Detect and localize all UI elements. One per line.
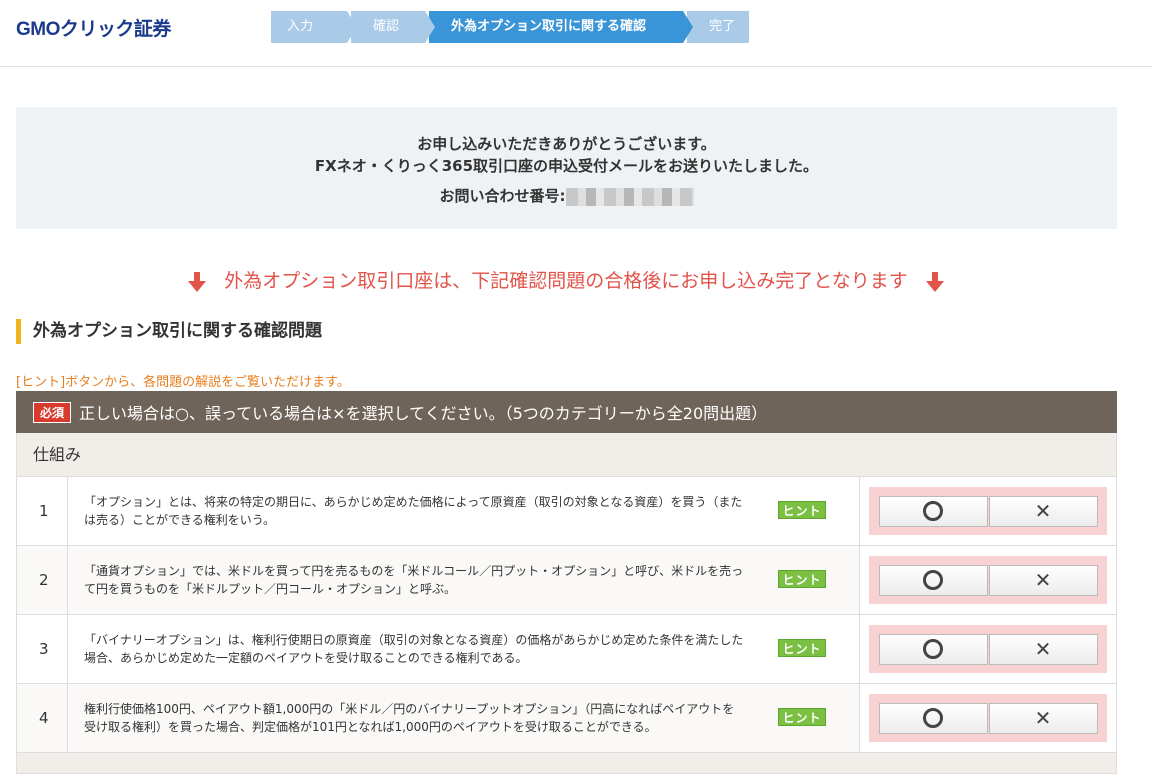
next-category-row xyxy=(16,753,1117,774)
category-row: 仕組み xyxy=(16,433,1117,477)
step-confirm: 確認 xyxy=(351,11,435,43)
answer-group: ✕ xyxy=(869,625,1107,673)
true-button[interactable] xyxy=(878,633,988,665)
question-text: 「通貨オプション」では、米ドルを買って円を売るものを「米ドルコール／円プット・オ… xyxy=(84,564,744,596)
true-button[interactable] xyxy=(878,702,988,734)
arrow-down-icon xyxy=(925,271,944,292)
quiz-table: 必須 正しい場合は○、誤っている場合は×を選択してください。（5つのカテゴリーか… xyxy=(16,391,1117,774)
thanks-line-1: お申し込みいただきありがとうございます。 xyxy=(417,135,716,153)
question-text: 権利行使価格100円、ペイアウト額1,000円の「米ドル／円のバイナリープットオ… xyxy=(84,702,735,734)
quiz-instruction: 正しい場合は○、誤っている場合は×を選択してください。（5つのカテゴリーから全2… xyxy=(79,404,768,423)
arrow-down-icon xyxy=(188,271,207,292)
false-button[interactable]: ✕ xyxy=(988,564,1098,596)
false-button[interactable]: ✕ xyxy=(988,495,1098,527)
required-badge: 必須 xyxy=(33,401,72,423)
hint-button[interactable]: ヒント xyxy=(778,708,826,726)
thanks-box: お申し込みいただきありがとうございます。 FXネオ・くりっく365取引口座の申込… xyxy=(16,107,1117,229)
inquiry-number-redacted xyxy=(565,187,694,206)
header: GMOクリック証券 入力 確認 外為オプション取引に関する確認 完了 xyxy=(0,0,1152,67)
question-cell: 「オプション」とは、将来の特定の期日に、あらかじめ定めた価格によって原資産（取引… xyxy=(68,477,860,545)
step-fx-option-check: 外為オプション取引に関する確認 xyxy=(429,11,693,43)
cross-icon: ✕ xyxy=(1034,706,1052,730)
inquiry-number-label: お問い合わせ番号: xyxy=(439,187,566,205)
step-input: 入力 xyxy=(271,11,357,43)
question-number: 4 xyxy=(17,684,68,752)
answer-cell: ✕ xyxy=(860,477,1116,545)
question-number: 3 xyxy=(17,615,68,683)
question-row: 2 「通貨オプション」では、米ドルを買って円を売るものを「米ドルコール／円プット… xyxy=(16,546,1117,615)
section-title: 外為オプション取引に関する確認問題 xyxy=(16,319,322,344)
question-text: 「オプション」とは、将来の特定の期日に、あらかじめ定めた価格によって原資産（取引… xyxy=(84,495,743,527)
hint-button[interactable]: ヒント xyxy=(778,501,826,519)
answer-cell: ✕ xyxy=(860,546,1116,614)
question-row: 3 「バイナリーオプション」は、権利行使期日の原資産（取引の対象となる資産）の価… xyxy=(16,615,1117,684)
question-row: 4 権利行使価格100円、ペイアウト額1,000円の「米ドル／円のバイナリープッ… xyxy=(16,684,1117,753)
answer-group: ✕ xyxy=(869,694,1107,742)
cross-icon: ✕ xyxy=(1034,499,1052,523)
question-cell: 権利行使価格100円、ペイアウト額1,000円の「米ドル／円のバイナリープットオ… xyxy=(68,684,860,752)
answer-cell: ✕ xyxy=(860,684,1116,752)
completion-notice: 外為オプション取引口座は、下記確認問題の合格後にお申し込み完了となります xyxy=(0,266,1132,293)
cross-icon: ✕ xyxy=(1034,568,1052,592)
question-number: 1 xyxy=(17,477,68,545)
quiz-header: 必須 正しい場合は○、誤っている場合は×を選択してください。（5つのカテゴリーか… xyxy=(16,391,1117,433)
question-number: 2 xyxy=(17,546,68,614)
hint-button[interactable]: ヒント xyxy=(778,639,826,657)
answer-group: ✕ xyxy=(869,556,1107,604)
false-button[interactable]: ✕ xyxy=(988,702,1098,734)
true-button[interactable] xyxy=(878,495,988,527)
hint-button[interactable]: ヒント xyxy=(778,570,826,588)
question-row: 1 「オプション」とは、将来の特定の期日に、あらかじめ定めた価格によって原資産（… xyxy=(16,477,1117,546)
question-cell: 「バイナリーオプション」は、権利行使期日の原資産（取引の対象となる資産）の価格が… xyxy=(68,615,860,683)
logo[interactable]: GMOクリック証券 xyxy=(16,14,171,41)
progress-steps: 入力 確認 外為オプション取引に関する確認 完了 xyxy=(271,11,753,43)
circle-icon xyxy=(923,501,943,521)
notice-text: 外為オプション取引口座は、下記確認問題の合格後にお申し込み完了となります xyxy=(224,270,908,292)
circle-icon xyxy=(923,639,943,659)
thanks-line-2: FXネオ・くりっく365取引口座の申込受付メールをお送りいたしました。 xyxy=(314,157,819,175)
answer-group: ✕ xyxy=(869,487,1107,535)
cross-icon: ✕ xyxy=(1034,637,1052,661)
hint-note: [ヒント]ボタンから、各問題の解説をご覧いただけます。 xyxy=(16,375,350,390)
question-cell: 「通貨オプション」では、米ドルを買って円を売るものを「米ドルコール／円プット・オ… xyxy=(68,546,860,614)
circle-icon xyxy=(923,570,943,590)
circle-icon xyxy=(923,708,943,728)
step-complete: 完了 xyxy=(687,11,749,43)
answer-cell: ✕ xyxy=(860,615,1116,683)
true-button[interactable] xyxy=(878,564,988,596)
false-button[interactable]: ✕ xyxy=(988,633,1098,665)
question-text: 「バイナリーオプション」は、権利行使期日の原資産（取引の対象となる資産）の価格が… xyxy=(84,633,744,665)
inquiry-number: お問い合わせ番号: xyxy=(16,185,1117,206)
